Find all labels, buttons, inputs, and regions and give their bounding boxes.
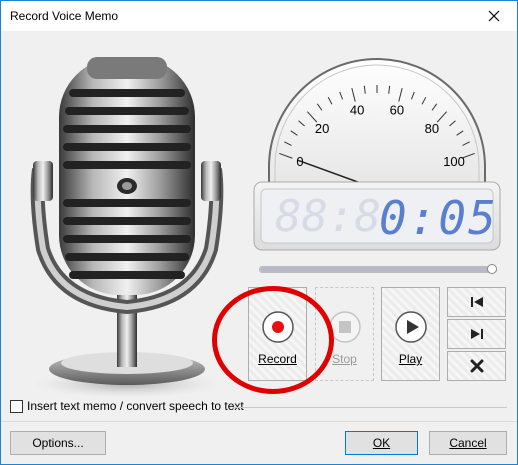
time-value: 0:05 <box>379 191 498 245</box>
skip-to-start-icon <box>470 297 483 307</box>
gauge-label: 40 <box>350 102 364 117</box>
record-label: Record <box>258 352 297 366</box>
checkbox-separator <box>233 407 507 408</box>
insert-text-memo-checkbox[interactable]: Insert text memo / convert speech to tex… <box>10 399 244 413</box>
microphone-image <box>30 57 224 398</box>
recording-progress-bar[interactable] <box>259 264 497 274</box>
options-button[interactable]: Options... <box>10 431 106 455</box>
ok-label: OK <box>372 436 391 450</box>
progress-thumb[interactable] <box>487 264 497 274</box>
skip-to-end-icon <box>470 329 483 339</box>
record-icon <box>261 311 294 343</box>
gauge-label: 20 <box>315 121 329 136</box>
delete-icon <box>470 359 483 373</box>
skip-to-end-button[interactable] <box>447 319 506 349</box>
stop-button[interactable]: Stop <box>315 287 374 381</box>
cancel-label: Cancel <box>449 436 487 450</box>
play-button[interactable]: Play <box>381 287 440 381</box>
close-button[interactable] <box>471 1 517 31</box>
stop-icon <box>328 311 361 343</box>
delete-recording-button[interactable] <box>447 351 506 381</box>
record-voice-memo-dialog: Record Voice Memo 20 40 60 80 100 88:8 0… <box>0 0 518 465</box>
stop-label: Stop <box>332 352 357 366</box>
window-title: Record Voice Memo <box>10 9 119 23</box>
record-button[interactable]: Record <box>248 287 307 381</box>
ok-button[interactable]: OK <box>345 431 418 455</box>
checkbox-label: Insert text memo / convert speech to tex… <box>27 399 244 413</box>
gauge-label: 60 <box>390 102 404 117</box>
footer-separator <box>1 421 517 422</box>
close-icon <box>488 10 500 22</box>
dialog-client-area: 020406080100 88:8 0:05 <box>1 31 517 464</box>
options-label: Options... <box>32 436 84 450</box>
cancel-button[interactable]: Cancel <box>429 431 507 455</box>
svg-text:88:8: 88:8 <box>275 191 381 242</box>
time-display: 88:8 0:05 <box>253 181 501 251</box>
title-bar: Record Voice Memo <box>1 1 517 31</box>
play-icon <box>394 311 427 343</box>
play-label: Play <box>398 352 423 366</box>
checkbox-box[interactable] <box>10 399 23 413</box>
gauge-label: 80 <box>425 121 439 136</box>
skip-to-start-button[interactable] <box>447 287 506 317</box>
gauge-label: 100 <box>443 154 465 169</box>
